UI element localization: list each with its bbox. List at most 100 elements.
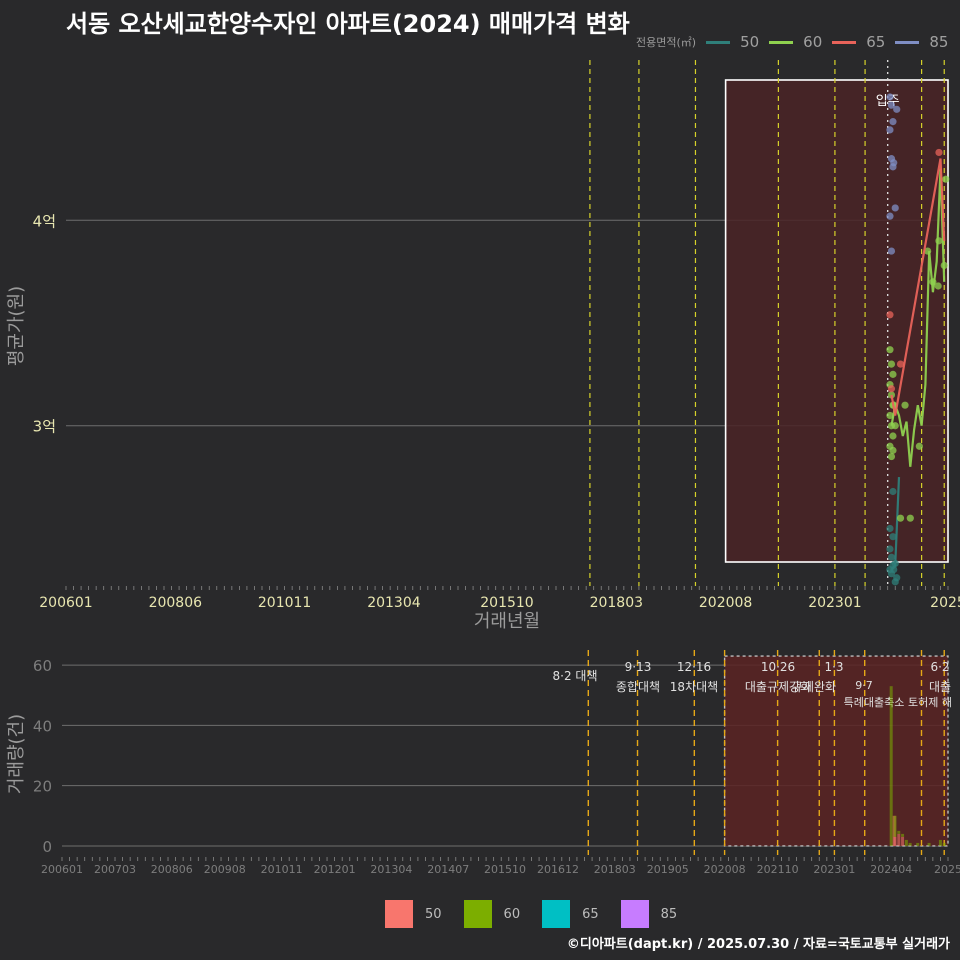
volume-bar-60 [916, 842, 920, 846]
price-point-60 [915, 442, 923, 450]
chart-canvas: 3억4억입주200601 200806 201011 201304 201510 2018… [6, 60, 960, 876]
policy-label-text-1: 종합대책 [616, 679, 660, 694]
price-point-60 [886, 346, 894, 354]
volume-bar-50 [893, 836, 897, 846]
price-point-60 [889, 432, 897, 440]
price-point-85 [887, 247, 896, 255]
volume-x-tick-label: 2025 [934, 863, 960, 876]
volume-bar-50 [901, 836, 905, 846]
volume-x-tick-label: 202404 [870, 863, 912, 876]
price-x-tick-label: 200601 [39, 595, 92, 611]
price-point-85 [893, 105, 901, 113]
policy-label-text-7: 특례대출축소 [844, 696, 905, 709]
price-x-tick-label: 2025 [930, 595, 960, 611]
price-point-85 [886, 212, 894, 220]
volume-x-tick-label: 200703 [94, 863, 136, 876]
price-x-tick-label: 202008 [699, 595, 752, 611]
policy-label-0: 8·2 대책 [553, 668, 598, 683]
legend-swatch-85 [620, 900, 649, 928]
price-point-60 [934, 282, 942, 290]
price-x-tick-label: 202301 [808, 595, 861, 611]
price-y-axis-label: 평균가(원) [6, 286, 27, 366]
price-x-tick-label: 201510 [480, 595, 533, 611]
volume-x-tick-label: 201011 [261, 863, 303, 876]
volume-x-tick-label: 201905 [647, 863, 689, 876]
legend-volume-label-85: 85 [660, 906, 678, 922]
volume-x-tick-label: 200601 [41, 863, 83, 876]
volume-y-tick-label: 20 [33, 778, 52, 796]
volume-bar-60 [897, 830, 901, 834]
volume-y-tick-label: 60 [33, 657, 52, 675]
policy-label-date-4: 10·26 [761, 660, 795, 674]
volume-x-tick-label: 202301 [813, 863, 855, 876]
volume-x-tick-label: 201803 [594, 863, 636, 876]
price-point-85 [886, 93, 894, 101]
volume-x-tick-label: 201612 [537, 863, 579, 876]
price-point-50 [891, 578, 899, 586]
price-y-tick-label: 4억 [33, 212, 56, 230]
legend-swatch-60 [463, 900, 492, 928]
volume-x-tick-label: 202008 [704, 863, 746, 876]
legend-swatch-50 [385, 900, 413, 928]
price-point-85 [886, 126, 894, 134]
volume-x-tick-label: 201201 [314, 863, 356, 876]
volume-x-tick-label: 200908 [204, 863, 246, 876]
price-x-tick-label: 201011 [258, 595, 311, 611]
volume-y-tick-label: 0 [42, 838, 52, 856]
price-x-tick-label: 200806 [149, 595, 203, 611]
legend-volume-label-50: 50 [425, 906, 442, 922]
volume-x-tick-label: 200806 [151, 863, 193, 876]
price-point-85 [891, 204, 899, 212]
price-highlight-box [724, 79, 949, 563]
volume-x-tick-label: 201304 [370, 863, 412, 876]
source-credit: ©디아파트(dapt.kr) / 2025.07.30 / 자료=국토교통부 실… [566, 937, 950, 952]
legend-volume-label-60: 60 [503, 906, 521, 922]
price-point-50 [886, 524, 894, 533]
price-point-60 [896, 514, 905, 522]
volume-y-axis-label: 거래량(건) [6, 714, 27, 794]
price-point-50 [889, 487, 897, 496]
price-point-50 [886, 545, 894, 553]
volume-bar-60 [901, 833, 905, 837]
price-x-tick-label: 201803 [590, 595, 643, 611]
legend-volume-item-50: 50 [385, 900, 442, 928]
price-point-60 [906, 514, 914, 522]
policy-label-date-2: 12·16 [677, 660, 711, 674]
policy-label-date-7: 9·7 [855, 679, 873, 692]
price-x-tick-label: 201304 [367, 595, 421, 611]
price-point-60 [889, 370, 897, 378]
policy-label-date-9: 6·2 [930, 660, 949, 674]
price-point-60 [887, 452, 896, 461]
policy-label-8: 토허제 해 [908, 695, 952, 709]
price-point-50 [887, 553, 896, 561]
volume-x-tick-label: 201510 [484, 863, 526, 876]
volume-bar-60 [893, 815, 897, 837]
policy-label-date-1: 9·13 [625, 660, 652, 674]
policy-label-text-6: 규제완화 [792, 680, 836, 694]
price-point-60 [901, 401, 909, 409]
price-point-65 [887, 385, 896, 393]
legend-volume-item-65: 65 [542, 900, 599, 928]
legend-volume-item-60: 60 [463, 900, 521, 928]
price-point-85 [889, 118, 897, 126]
legend-volume-item-85: 85 [620, 900, 678, 928]
price-point-60 [889, 446, 897, 454]
volume-y-tick-label: 40 [33, 717, 52, 735]
volume-bar-60 [904, 839, 908, 846]
price-point-85 [890, 159, 898, 167]
legend-volume-label-65: 65 [582, 906, 599, 922]
price-point-65 [935, 148, 943, 157]
legend-volume: 50 60 65 85 [385, 900, 699, 928]
volume-bar-60 [889, 686, 893, 846]
volume-bar-60 [927, 842, 931, 846]
price-y-tick-label: 3억 [33, 418, 56, 436]
policy-label-text-2: 18차대책 [670, 679, 718, 694]
volume-bar-50 [897, 833, 901, 846]
policy-label-date-6: 1·3 [824, 660, 843, 674]
price-point-60 [887, 360, 896, 368]
volume-x-tick-label: 202110 [757, 863, 799, 876]
volume-bar-60 [938, 839, 942, 846]
price-x-axis-label: 거래년월 [474, 611, 540, 632]
legend-swatch-65 [542, 900, 571, 928]
price-point-60 [942, 175, 950, 183]
